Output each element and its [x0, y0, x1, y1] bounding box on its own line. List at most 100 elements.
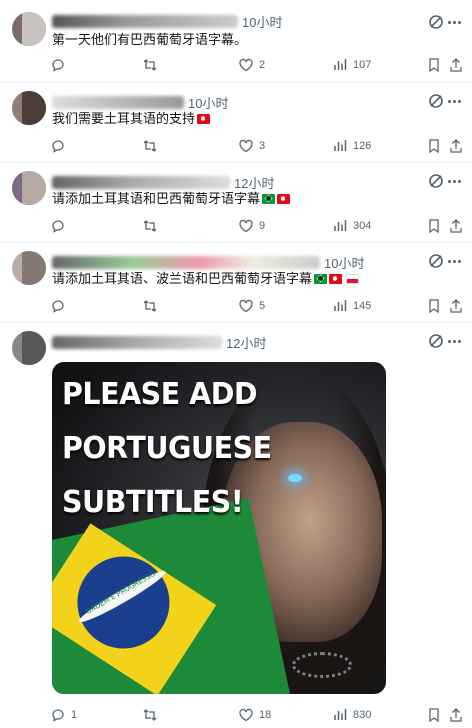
more-icon[interactable] [448, 253, 464, 269]
more-icon[interactable] [448, 333, 464, 349]
repost-button[interactable] [142, 136, 163, 156]
action-bar: 3 126 [50, 136, 464, 156]
share-button[interactable] [448, 296, 464, 316]
views-button[interactable]: 126 [332, 136, 371, 156]
reply-post[interactable]: 10小时 请添加土耳其语、波兰语和巴西葡萄牙语字幕 5 145 [0, 243, 472, 323]
like-button[interactable]: 9 [238, 216, 265, 236]
like-button[interactable]: 2 [238, 55, 265, 75]
headline-line: SUBTITLES! [62, 485, 244, 520]
heart-icon [239, 58, 253, 72]
reply-icon [52, 709, 64, 722]
post-text: 我们需要土耳其语的支持 [52, 110, 211, 128]
more-icon[interactable] [448, 173, 464, 189]
heart-icon [239, 299, 253, 313]
views-button[interactable]: 304 [332, 216, 371, 236]
avatar[interactable] [12, 331, 46, 365]
repost-button[interactable] [142, 296, 163, 316]
bookmark-icon [429, 139, 439, 154]
avatar[interactable] [12, 251, 46, 285]
reply-icon [52, 59, 64, 72]
reply-post[interactable]: 10小时 我们需要土耳其语的支持 3 126 [0, 83, 472, 163]
reply-button[interactable] [50, 136, 71, 156]
post-media-image[interactable]: ORDEM E PROGRESSO PLEASE ADD PORTUGUESE … [52, 362, 386, 694]
reply-icon [52, 140, 64, 153]
redacted-username [52, 255, 320, 269]
post-header: 10小时 [52, 93, 228, 111]
avatar[interactable] [12, 12, 46, 46]
views-button[interactable]: 107 [332, 55, 371, 75]
timestamp[interactable]: 10小时 [188, 93, 228, 112]
reply-button[interactable] [50, 55, 71, 75]
like-button[interactable]: 5 [238, 296, 265, 316]
share-icon [450, 708, 462, 722]
share-button[interactable] [448, 705, 464, 725]
grok-icon[interactable] [428, 93, 444, 109]
views-chart-icon [334, 709, 347, 720]
repost-icon [143, 709, 157, 721]
reply-post[interactable]: 12小时 请添加土耳其语和巴西葡萄牙语字幕 9 304 [0, 163, 472, 243]
glowing-eye [288, 474, 302, 482]
like-button[interactable]: 3 [238, 136, 265, 156]
grok-icon[interactable] [428, 14, 444, 30]
redacted-username [52, 95, 184, 109]
repost-icon [143, 300, 157, 312]
more-icon[interactable] [448, 93, 464, 109]
grok-icon[interactable] [428, 173, 444, 189]
turkey-flag-icon [197, 114, 211, 124]
headline-line: PORTUGUESE [62, 431, 272, 466]
headline-line: PLEASE ADD [62, 377, 258, 412]
grok-icon[interactable] [428, 333, 444, 349]
post-header: 12小时 [52, 333, 266, 351]
reply-icon [52, 300, 64, 313]
views-chart-icon [334, 220, 347, 231]
redacted-username [52, 14, 238, 28]
share-icon [450, 139, 462, 153]
share-button[interactable] [448, 136, 464, 156]
bookmark-icon [429, 58, 439, 73]
share-button[interactable] [448, 216, 464, 236]
heart-icon [239, 139, 253, 153]
bookmark-button[interactable] [426, 55, 442, 75]
reply-post[interactable]: 10小时 第一天他们有巴西葡萄牙语字幕。 2 107 [0, 0, 472, 83]
bookmark-button[interactable] [426, 216, 442, 236]
grok-icon[interactable] [428, 253, 444, 269]
share-icon [450, 58, 462, 72]
views-button[interactable]: 145 [332, 296, 371, 316]
bookmark-icon [429, 708, 439, 723]
avatar[interactable] [12, 171, 46, 205]
repost-icon [143, 59, 157, 71]
turkey-flag-icon [329, 274, 343, 284]
post-header: 10小时 [52, 12, 282, 30]
like-button[interactable]: 18 [238, 705, 271, 725]
reply-button[interactable] [50, 296, 71, 316]
repost-icon [143, 220, 157, 232]
bookmark-button[interactable] [426, 136, 442, 156]
timestamp[interactable]: 12小时 [226, 333, 266, 352]
share-button[interactable] [448, 55, 464, 75]
image-headline: PLEASE ADD PORTUGUESE SUBTITLES! [62, 368, 272, 530]
repost-icon [143, 140, 157, 152]
reply-button[interactable] [50, 216, 71, 236]
more-icon[interactable] [448, 14, 464, 30]
avatar[interactable] [12, 91, 46, 125]
redacted-username [52, 175, 230, 189]
heart-icon [239, 219, 253, 233]
views-button[interactable]: 830 [332, 705, 371, 725]
timestamp[interactable]: 10小时 [242, 12, 282, 31]
repost-button[interactable] [142, 705, 163, 725]
share-icon [450, 299, 462, 313]
post-text: 请添加土耳其语、波兰语和巴西葡萄牙语字幕 [52, 270, 360, 288]
repost-button[interactable] [142, 216, 163, 236]
poland-flag-icon [346, 274, 360, 284]
post-header: 10小时 [52, 253, 364, 271]
bookmark-icon [429, 219, 439, 234]
reply-button[interactable]: 1 [50, 705, 77, 725]
post-text: 第一天他们有巴西葡萄牙语字幕。 [52, 32, 248, 47]
bookmark-button[interactable] [426, 705, 442, 725]
bookmark-button[interactable] [426, 296, 442, 316]
share-icon [450, 219, 462, 233]
views-chart-icon [334, 59, 347, 70]
repost-button[interactable] [142, 55, 163, 75]
timestamp[interactable]: 10小时 [324, 253, 364, 272]
timestamp[interactable]: 12小时 [234, 173, 274, 192]
